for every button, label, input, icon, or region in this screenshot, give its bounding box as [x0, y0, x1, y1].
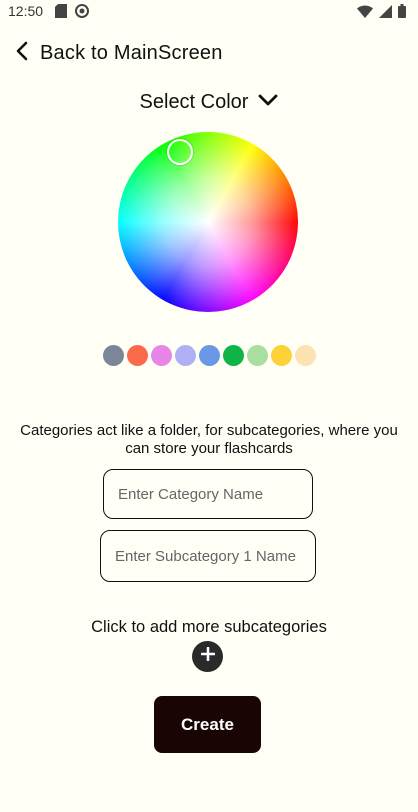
color-swatch[interactable]	[150, 345, 172, 366]
color-swatches	[0, 345, 418, 366]
add-subcategories-hint: Click to add more subcategories	[91, 618, 327, 636]
chevron-down-icon	[258, 93, 278, 112]
color-swatch[interactable]	[198, 345, 220, 366]
color-swatch[interactable]	[270, 345, 292, 366]
add-subcategory-button[interactable]	[192, 641, 223, 672]
sync-icon	[75, 4, 89, 23]
plus-icon	[200, 646, 215, 666]
color-swatch[interactable]	[174, 345, 196, 366]
color-wheel[interactable]	[118, 132, 298, 312]
wifi-icon	[357, 4, 373, 23]
status-bar: 12:50	[0, 0, 418, 24]
color-swatch[interactable]	[246, 345, 268, 366]
signal-icon	[379, 4, 392, 23]
category-name-input[interactable]	[103, 469, 313, 519]
color-swatch[interactable]	[222, 345, 244, 366]
color-swatch[interactable]	[102, 345, 124, 366]
color-swatch[interactable]	[294, 345, 316, 366]
status-time: 12:50	[8, 3, 44, 19]
category-info-text: Categories act like a folder, for subcat…	[20, 422, 398, 457]
create-button[interactable]: Create	[154, 696, 261, 753]
create-label: Create	[181, 714, 234, 734]
select-color-dropdown[interactable]: Select Color	[0, 88, 418, 116]
color-swatch[interactable]	[126, 345, 148, 366]
battery-icon	[398, 4, 406, 23]
back-label: Back to MainScreen	[40, 41, 223, 64]
back-to-main-button[interactable]: Back to MainScreen	[12, 38, 223, 68]
chevron-left-icon	[12, 40, 32, 67]
select-color-label: Select Color	[139, 90, 249, 113]
subcategory-name-input[interactable]	[100, 530, 316, 582]
color-wheel-handle[interactable]	[167, 139, 193, 165]
sd-card-icon	[55, 4, 67, 23]
